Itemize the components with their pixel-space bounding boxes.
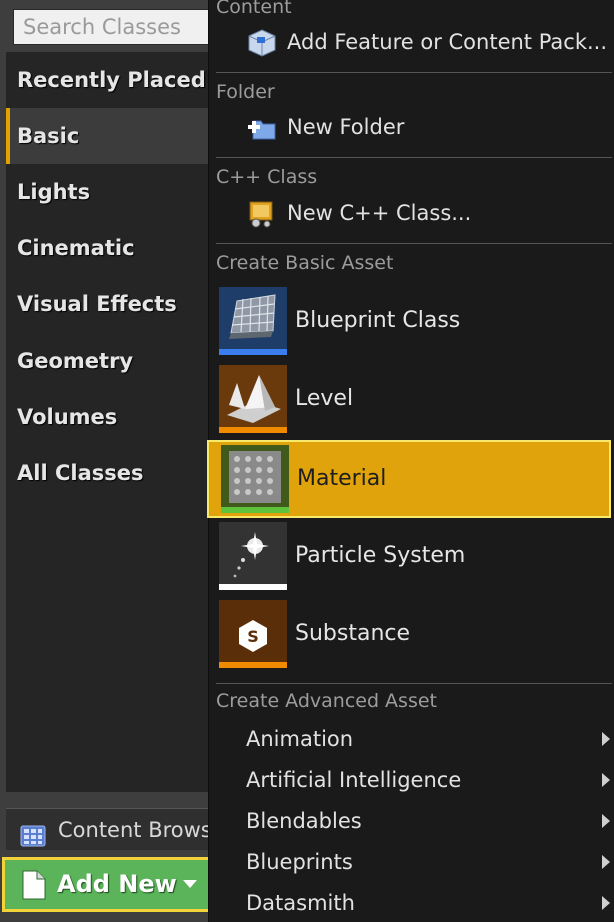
category-list: Recently Placed Basic Lights Cinematic V… (6, 52, 212, 792)
place-modes-panel: Search Classes Recently Placed Basic Lig… (0, 0, 216, 922)
category-lights[interactable]: Lights (6, 164, 212, 220)
submenu-label: Datasmith (246, 891, 355, 915)
particle-system-icon (219, 522, 287, 590)
cpp-class-icon (247, 199, 277, 234)
asset-label: Blueprint Class (295, 308, 461, 333)
chevron-right-icon (602, 896, 610, 910)
document-icon (21, 870, 47, 900)
add-new-menu: Content Add Feature or Content Pack... F… (207, 0, 614, 922)
substance-icon: S (219, 600, 287, 668)
menu-item-label: New Folder (287, 115, 405, 139)
category-volumes[interactable]: Volumes (6, 389, 212, 445)
chevron-right-icon (602, 732, 610, 746)
submenu-datasmith[interactable]: Datasmith (209, 883, 614, 922)
section-header-create-basic-asset: Create Basic Asset (216, 252, 394, 274)
asset-label: Material (297, 466, 387, 491)
section-header-content: Content (216, 0, 292, 18)
content-browser-tab[interactable]: Content Brows (6, 808, 216, 850)
search-classes-input[interactable]: Search Classes (13, 9, 213, 45)
menu-separator (216, 157, 612, 158)
asset-label: Particle System (295, 543, 466, 568)
content-browser-tab-label: Content Brows (58, 818, 212, 842)
submenu-blueprints[interactable]: Blueprints (209, 842, 614, 882)
menu-separator (216, 72, 612, 73)
submenu-blendables[interactable]: Blendables (209, 801, 614, 841)
category-cinematic[interactable]: Cinematic (6, 220, 212, 276)
asset-label: Level (295, 386, 354, 411)
menu-item-new-cpp-class[interactable]: New C++ Class... (209, 197, 614, 233)
submenu-label: Blueprints (246, 850, 353, 874)
category-recently-placed[interactable]: Recently Placed (6, 52, 212, 108)
chevron-down-icon (183, 880, 197, 888)
chevron-right-icon (602, 855, 610, 869)
submenu-artificial-intelligence[interactable]: Artificial Intelligence (209, 760, 614, 800)
menu-item-level[interactable]: Level (209, 362, 614, 440)
material-icon (221, 445, 289, 513)
submenu-label: Artificial Intelligence (246, 768, 462, 792)
chevron-right-icon (602, 814, 610, 828)
section-header-folder: Folder (216, 81, 275, 103)
menu-item-add-feature-content-pack[interactable]: Add Feature or Content Pack... (209, 26, 614, 62)
menu-separator (216, 243, 612, 244)
new-folder-icon (247, 115, 277, 146)
menu-item-label: New C++ Class... (287, 201, 472, 225)
chevron-right-icon (602, 773, 610, 787)
menu-item-label: Add Feature or Content Pack... (287, 30, 608, 54)
submenu-label: Animation (246, 727, 354, 751)
section-header-create-advanced-asset: Create Advanced Asset (216, 690, 437, 712)
category-visual-effects[interactable]: Visual Effects (6, 276, 212, 332)
asset-label: Substance (295, 621, 411, 646)
content-pack-icon (247, 28, 277, 63)
svg-text:S: S (247, 627, 259, 646)
menu-item-material[interactable]: Material (207, 440, 611, 518)
category-geometry[interactable]: Geometry (6, 333, 212, 389)
add-new-label: Add New (57, 870, 177, 898)
add-new-button[interactable]: Add New (2, 857, 212, 912)
menu-item-particle-system[interactable]: Particle System (209, 519, 614, 597)
level-icon (219, 365, 287, 433)
blueprint-class-icon (219, 287, 287, 355)
submenu-label: Blendables (246, 809, 362, 833)
menu-item-substance[interactable]: S Substance (209, 597, 614, 675)
category-basic[interactable]: Basic (6, 108, 212, 164)
menu-item-new-folder[interactable]: New Folder (209, 111, 614, 147)
category-all-classes[interactable]: All Classes (6, 445, 212, 501)
menu-item-blueprint-class[interactable]: Blueprint Class (209, 284, 614, 362)
section-header-cpp-class: C++ Class (216, 166, 318, 188)
menu-separator (216, 683, 612, 684)
content-browser-icon (20, 819, 46, 847)
submenu-animation[interactable]: Animation (209, 719, 614, 759)
